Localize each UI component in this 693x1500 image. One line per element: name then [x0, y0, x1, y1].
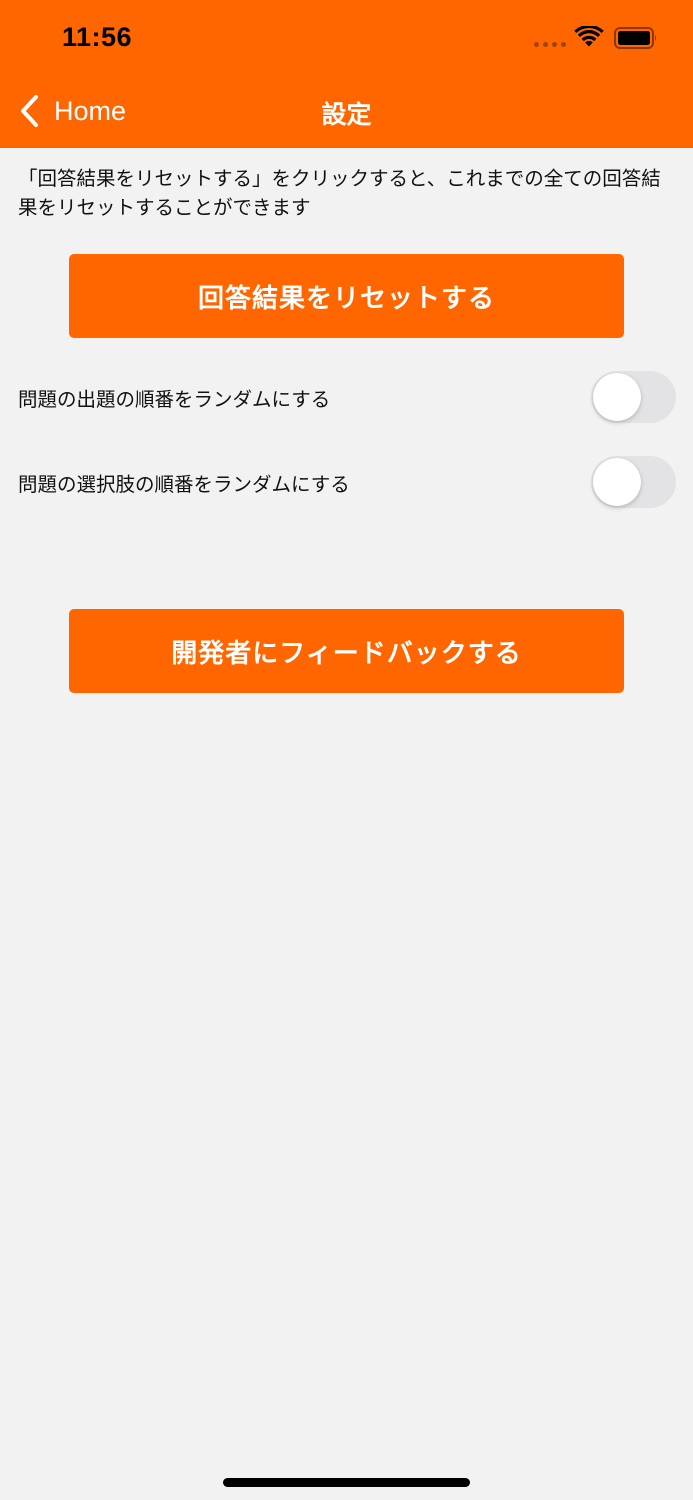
wifi-icon	[574, 26, 604, 47]
random-choice-order-toggle[interactable]	[591, 456, 676, 508]
random-question-order-label: 問題の出題の順番をランダムにする	[18, 388, 331, 411]
reset-description: 「回答結果をリセットする」をクリックすると、これまでの全ての回答結果をリセットす…	[18, 167, 661, 219]
signal-icon	[534, 42, 566, 48]
feedback-button[interactable]: 開発者にフィードバックする	[69, 609, 624, 693]
reset-results-button[interactable]: 回答結果をリセットする	[69, 254, 624, 338]
toggle-knob	[593, 373, 641, 421]
page-title: 設定	[321, 100, 372, 129]
navigation-header: 11:56 Home 設定	[0, 0, 693, 148]
status-time: 11:56	[62, 22, 133, 52]
toggle-knob	[593, 458, 641, 506]
random-choice-order-label: 問題の選択肢の順番をランダムにする	[18, 473, 350, 496]
random-question-order-toggle[interactable]	[591, 371, 676, 423]
battery-icon	[614, 27, 657, 49]
home-indicator[interactable]	[223, 1478, 470, 1487]
